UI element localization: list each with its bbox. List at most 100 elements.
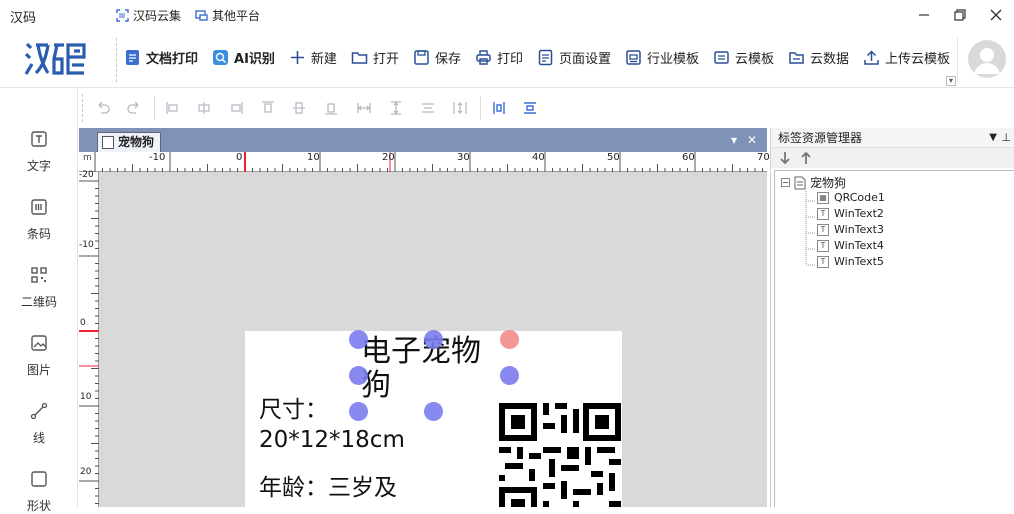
- align-center-icon[interactable]: [196, 100, 212, 116]
- industry-template-button[interactable]: 行业模板: [625, 48, 699, 67]
- document-print-icon: [126, 50, 139, 65]
- align-right-icon[interactable]: [228, 100, 244, 116]
- other-platform-link[interactable]: 其他平台: [195, 7, 260, 24]
- resize-handle[interactable]: [500, 330, 519, 349]
- element-sidebar: 文字 条码 二维码 图片 线 形状: [0, 88, 78, 513]
- text-icon: T: [817, 207, 829, 220]
- avatar[interactable]: [968, 40, 1006, 78]
- tree-node-wintext3[interactable]: T WinText3: [817, 223, 884, 236]
- sidebar-item-qrcode[interactable]: 二维码: [0, 266, 78, 310]
- redo-icon[interactable]: [126, 100, 142, 116]
- save-button[interactable]: 保存: [413, 48, 461, 67]
- align-top-icon[interactable]: [260, 100, 276, 116]
- tab-close-icon[interactable]: ✕: [747, 133, 757, 147]
- template-icon: [626, 50, 641, 65]
- panel-dropdown-icon[interactable]: ▼: [989, 128, 997, 148]
- resize-handle[interactable]: [349, 330, 368, 349]
- ruler-h-ticks: [94, 152, 763, 172]
- resize-handle[interactable]: [500, 366, 519, 385]
- resize-handle[interactable]: [424, 402, 443, 421]
- text-icon: T: [817, 239, 829, 252]
- upload-icon: [864, 50, 879, 65]
- qrcode-icon: ▦: [817, 191, 829, 204]
- ruler-h-label: -10: [149, 152, 166, 163]
- move-down-icon[interactable]: [779, 151, 791, 165]
- document-print-button[interactable]: 文档打印: [124, 48, 198, 67]
- line-icon: [30, 402, 48, 420]
- resource-manager-panel: 标签资源管理器 ▼ ⊥ − 宠物狗 ▦ QRCode1 T WinText2 T…: [770, 128, 1014, 507]
- hanma-cloud-label: 汉码云集: [133, 9, 182, 23]
- label-page[interactable]: 电子宠物狗 尺寸：20*12*18cm 年龄：三岁及: [245, 330, 622, 507]
- ruler-h-label: 70: [757, 152, 770, 163]
- vertical-ruler: -20 -10 0 10 20: [79, 170, 99, 507]
- collapse-icon[interactable]: −: [781, 178, 790, 187]
- tree-node-wintext4[interactable]: T WinText4: [817, 239, 884, 252]
- page-setup-icon: [538, 49, 553, 66]
- tab-dropdown-icon[interactable]: ▾: [731, 133, 737, 147]
- design-canvas[interactable]: 电子宠物狗 尺寸：20*12*18cm 年龄：三岁及: [99, 172, 767, 507]
- minimize-icon: [919, 14, 929, 16]
- toolbar-expand-button[interactable]: ▾: [946, 76, 956, 86]
- qrcode-icon: [31, 267, 47, 283]
- scan-icon: [116, 9, 129, 22]
- cloud-data-button[interactable]: 云数据: [788, 48, 849, 67]
- vertical-center-icon[interactable]: [522, 100, 538, 116]
- hanma-cloud-link[interactable]: 汉码云集: [116, 7, 181, 24]
- tree-node-wintext2[interactable]: T WinText2: [817, 207, 884, 220]
- page-setup-button[interactable]: 页面设置: [537, 48, 611, 67]
- resize-handle[interactable]: [424, 330, 443, 349]
- same-size-icon[interactable]: [420, 100, 436, 116]
- document-icon: [794, 176, 806, 189]
- minimize-button[interactable]: [906, 0, 942, 30]
- horizontal-center-icon[interactable]: [491, 100, 507, 116]
- upload-cloud-template-button[interactable]: 上传云模板: [863, 48, 950, 67]
- sidebar-item-shape[interactable]: 形状: [0, 470, 78, 514]
- text-icon: [31, 131, 47, 147]
- sidebar-item-line[interactable]: 线: [0, 402, 78, 446]
- cloud-template-icon: [714, 51, 729, 64]
- sidebar-item-image[interactable]: 图片: [0, 334, 78, 378]
- tree-root[interactable]: − 宠物狗: [781, 174, 846, 191]
- same-height-icon[interactable]: [388, 100, 404, 116]
- ruler-v-label: 20: [80, 467, 92, 477]
- barcode-icon: [31, 199, 47, 215]
- print-button[interactable]: 打印: [475, 48, 523, 67]
- sidebar-item-text[interactable]: 文字: [0, 130, 78, 174]
- ruler-v-ticks: [79, 180, 99, 504]
- label-age-text[interactable]: 年龄：三岁及: [259, 473, 469, 503]
- restore-button[interactable]: [942, 0, 978, 30]
- new-button[interactable]: 新建: [289, 48, 337, 67]
- move-up-icon[interactable]: [800, 151, 812, 165]
- folder-icon: [351, 52, 368, 64]
- ruler-h-label: 10: [307, 152, 320, 163]
- close-button[interactable]: [978, 0, 1014, 30]
- resize-handle[interactable]: [349, 402, 368, 421]
- ruler-h-label: 60: [682, 152, 695, 163]
- tree-node-qrcode1[interactable]: ▦ QRCode1: [817, 191, 885, 204]
- align-middle-icon[interactable]: [291, 100, 307, 116]
- document-tab-bar: 宠物狗 ▾ ✕: [79, 128, 767, 152]
- same-width-icon[interactable]: [356, 100, 372, 116]
- resize-handle[interactable]: [349, 366, 368, 385]
- ai-recognize-button[interactable]: AI识别: [212, 48, 275, 67]
- text-icon: T: [817, 255, 829, 268]
- resource-panel-header: 标签资源管理器 ▼ ⊥: [771, 128, 1014, 148]
- align-left-icon[interactable]: [165, 100, 181, 116]
- sidebar-item-barcode[interactable]: 条码: [0, 198, 78, 242]
- ruler-h-label: 30: [457, 152, 470, 163]
- align-bottom-icon[interactable]: [323, 100, 339, 116]
- printer-icon: [476, 50, 491, 65]
- open-button[interactable]: 打开: [351, 48, 399, 67]
- tab-document[interactable]: 宠物狗: [97, 132, 162, 152]
- qrcode-element[interactable]: [499, 403, 621, 507]
- ai-recognize-icon: [213, 50, 229, 65]
- pin-icon[interactable]: ⊥: [1001, 128, 1011, 148]
- ruler-h-label: 20: [382, 152, 395, 163]
- app-title: 汉码: [10, 11, 37, 26]
- cloud-template-button[interactable]: 云模板: [713, 48, 774, 67]
- tree-node-wintext5[interactable]: T WinText5: [817, 255, 884, 268]
- distribute-horizontal-icon[interactable]: [452, 100, 468, 116]
- plus-icon: [290, 51, 304, 64]
- undo-icon[interactable]: [95, 100, 111, 116]
- ruler-h-label: 50: [607, 152, 620, 163]
